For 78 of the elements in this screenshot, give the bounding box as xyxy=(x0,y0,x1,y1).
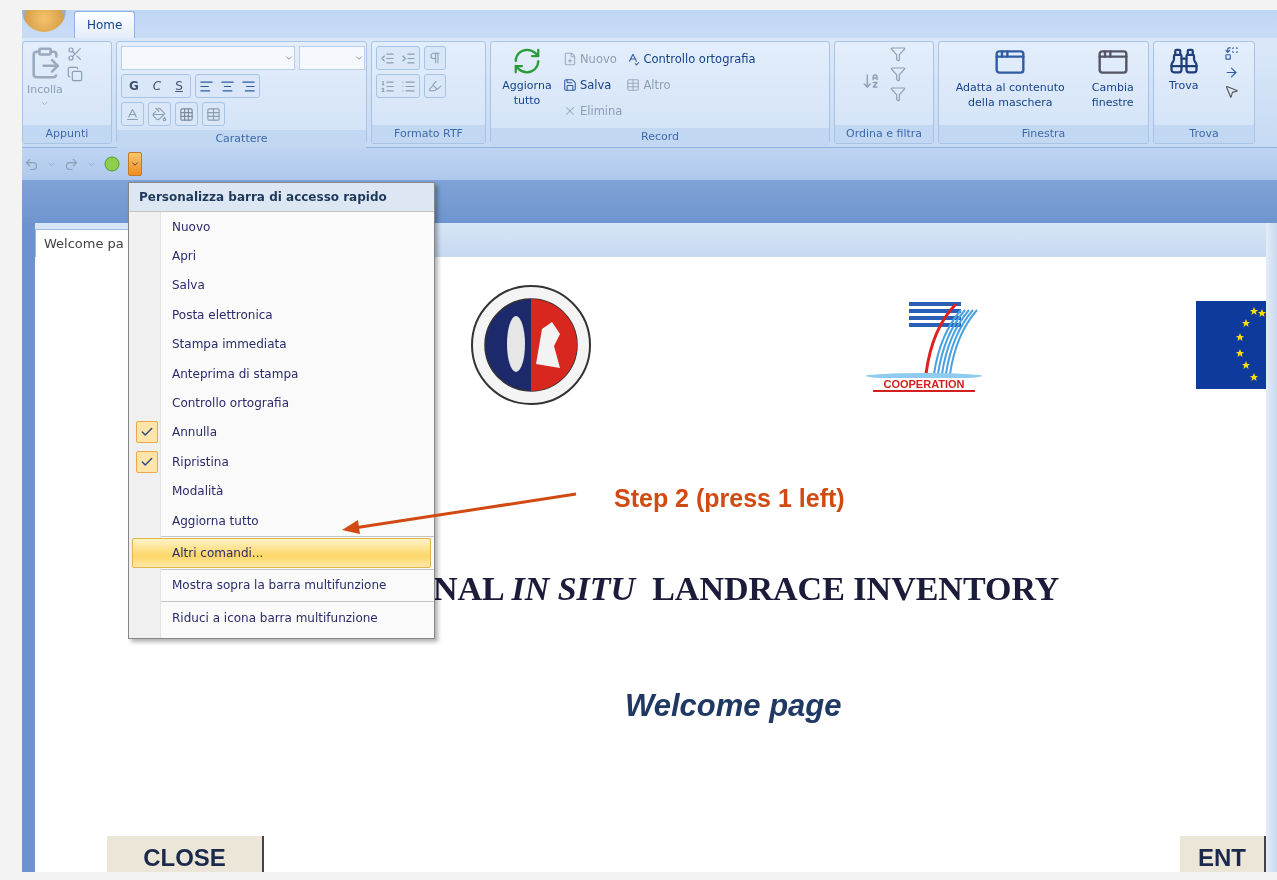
group-label: Carattere xyxy=(117,130,366,148)
align-right-icon xyxy=(240,78,256,94)
copy-icon xyxy=(66,66,83,82)
go-to-icon xyxy=(1224,65,1240,80)
menu-item[interactable]: Altri comandi... xyxy=(132,538,431,568)
font-style-button[interactable]: S xyxy=(171,79,187,93)
numbered-list-icon xyxy=(380,78,395,94)
find-button[interactable]: Trova xyxy=(1169,78,1199,93)
table-icon xyxy=(626,78,641,92)
scrollbar[interactable] xyxy=(1266,223,1277,872)
menu-item[interactable]: Salva xyxy=(132,270,431,301)
font-style-button[interactable]: C xyxy=(148,79,166,93)
menu-item[interactable]: Modalità xyxy=(132,476,431,506)
group-label: Trova xyxy=(1154,125,1254,143)
caret-icon xyxy=(40,99,50,108)
menu-item[interactable]: Posta elettronica xyxy=(132,300,431,330)
fill-color-icon xyxy=(152,106,167,122)
align-center-icon xyxy=(219,78,235,94)
font-style-button[interactable]: G xyxy=(125,79,143,93)
fp7-logo: COOPERATION xyxy=(862,298,986,392)
group-label: Finestra xyxy=(939,125,1148,143)
switch-windows-button[interactable]: Cambia finestre xyxy=(1082,80,1143,110)
gridlines-icon xyxy=(179,106,194,122)
filter-icon xyxy=(890,86,906,102)
undo-icon xyxy=(24,156,39,172)
caret-icon xyxy=(130,159,140,169)
customize-toolbar-button[interactable] xyxy=(128,152,142,176)
sort-icon xyxy=(862,72,880,90)
table-icon xyxy=(206,106,221,122)
font-size-field[interactable] xyxy=(299,46,365,70)
refresh-icon xyxy=(512,46,542,76)
menu-item[interactable]: Anteprima di stampa xyxy=(132,358,431,389)
menu-item[interactable]: Apri xyxy=(132,241,431,271)
group-label: Record xyxy=(491,128,829,146)
annotation-text: Step 2 (press 1 left) xyxy=(614,484,845,513)
cut-icon xyxy=(66,46,83,62)
select-icon xyxy=(1224,84,1240,99)
record-command[interactable]: Controllo ortografia xyxy=(626,46,756,72)
caret-icon xyxy=(284,53,294,63)
menu-item[interactable]: Aggiorna tutto xyxy=(132,505,431,536)
spellcheck-icon xyxy=(626,52,641,66)
fit-form-button[interactable]: Adatta al contenuto della maschera xyxy=(944,80,1077,110)
caret-icon xyxy=(354,53,364,63)
menu-item[interactable]: Mostra sopra la barra multifunzione xyxy=(132,570,431,601)
new-record-icon xyxy=(563,52,577,66)
mode-icon[interactable] xyxy=(104,156,120,172)
menu-item[interactable]: Riduci a icona barra multifunzione xyxy=(132,603,431,633)
indent-icon xyxy=(401,50,416,66)
redo-icon xyxy=(64,156,79,172)
bullet-list-icon xyxy=(401,78,416,94)
menu-item[interactable]: Controllo ortografia xyxy=(132,388,431,418)
menu-item[interactable]: Ripristina xyxy=(132,447,431,477)
refresh-all-button[interactable]: Aggiorna tutto xyxy=(495,78,559,108)
pilcrow-icon xyxy=(428,51,442,65)
form-title: NAL IN SITU LANDRACE INVENTORY xyxy=(433,570,1061,608)
filter-icon xyxy=(890,46,906,62)
highlight-icon xyxy=(428,79,442,93)
group-label: Ordina e filtra xyxy=(835,125,933,143)
outdent-icon xyxy=(380,50,395,66)
menu-item[interactable]: Annulla xyxy=(132,417,431,448)
close-button[interactable]: CLOSE xyxy=(107,836,264,872)
ribbon-tab[interactable]: Home xyxy=(74,11,136,38)
form-subtitle: Welcome page xyxy=(625,688,843,724)
delete-icon xyxy=(563,104,577,118)
font-color-icon xyxy=(125,106,140,122)
filter-icon xyxy=(890,66,906,82)
menu-item[interactable]: Stampa immediata xyxy=(132,329,431,359)
save-icon xyxy=(563,78,577,92)
font-name-field[interactable] xyxy=(121,46,295,70)
group-label: Appunti xyxy=(23,125,111,143)
align-left-icon xyxy=(198,78,214,94)
menu-item[interactable]: Nuovo xyxy=(132,212,431,242)
binoculars-icon xyxy=(1168,46,1199,76)
menu-title: Personalizza barra di accesso rapido xyxy=(129,183,434,212)
replace-icon xyxy=(1224,46,1240,61)
group-label: Formato RTF xyxy=(372,125,485,143)
record-command[interactable]: Salva xyxy=(563,72,623,98)
enter-button[interactable]: ENT xyxy=(1180,836,1266,872)
